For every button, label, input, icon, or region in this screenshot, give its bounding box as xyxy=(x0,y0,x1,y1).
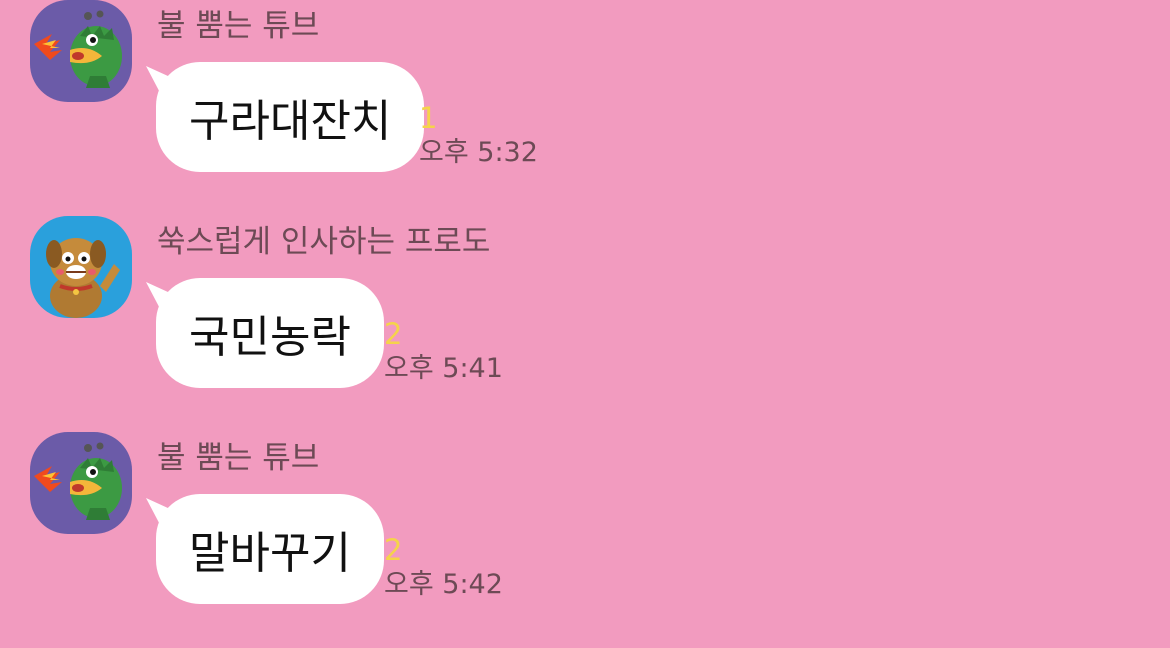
message-bubble[interactable]: 국민농락 xyxy=(156,278,384,388)
waving-frodo-avatar-icon xyxy=(30,216,132,318)
fire-breathing-tube-avatar-icon xyxy=(30,432,132,534)
message-group: 불 뿜는 튜브 말바꾸기 2 오후 5:42 xyxy=(0,432,1170,642)
avatar[interactable] xyxy=(30,432,132,534)
message-group: 불 뿜는 튜브 구라대잔치 1 오후 5:32 xyxy=(0,0,1170,210)
message-time: 오후 5:32 xyxy=(419,137,538,168)
sender-name: 불 뿜는 튜브 xyxy=(157,8,320,44)
unread-count: 2 xyxy=(384,533,403,567)
message-bubble[interactable]: 말바꾸기 xyxy=(156,494,384,604)
avatar[interactable] xyxy=(30,216,132,318)
message-time: 오후 5:42 xyxy=(384,569,503,600)
message-bubble[interactable]: 구라대잔치 xyxy=(156,62,425,172)
message-meta: 2 오후 5:41 xyxy=(384,316,503,386)
unread-count: 2 xyxy=(384,317,403,351)
sender-name: 쑥스럽게 인사하는 프로도 xyxy=(157,224,491,260)
unread-count: 1 xyxy=(419,101,438,135)
sender-name: 불 뿜는 튜브 xyxy=(157,440,320,476)
message-group: 쑥스럽게 인사하는 프로도 국민농락 2 오후 5:41 xyxy=(0,216,1170,426)
message-time: 오후 5:41 xyxy=(384,353,503,384)
message-meta: 2 오후 5:42 xyxy=(384,532,503,602)
fire-breathing-tube-avatar-icon xyxy=(30,0,132,102)
message-meta: 1 오후 5:32 xyxy=(419,100,538,170)
avatar[interactable] xyxy=(30,0,132,102)
